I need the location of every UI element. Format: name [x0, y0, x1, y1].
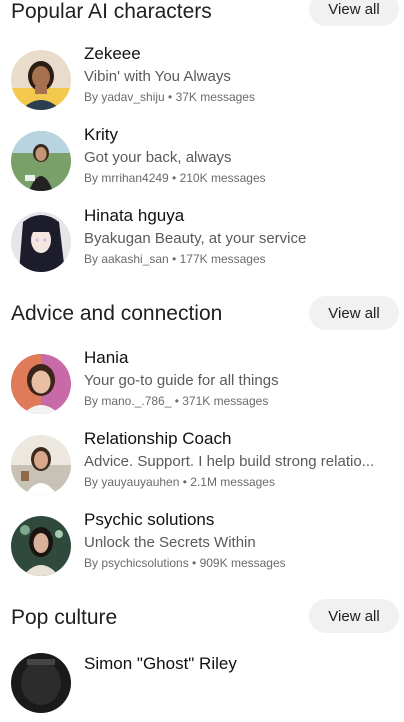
character-meta: By yadav_shiju • 37K messages: [84, 90, 255, 104]
avatar: [11, 516, 71, 576]
list-item[interactable]: Krity Got your back, always By mrrihan42…: [0, 125, 404, 195]
avatar: [11, 653, 71, 713]
character-description: Your go-to guide for all things: [84, 372, 279, 389]
section-header-pop-culture: Pop culture View all: [0, 599, 404, 635]
character-description: Unlock the Secrets Within: [84, 534, 256, 551]
list-item[interactable]: Hinata hguya Byakugan Beauty, at your se…: [0, 206, 404, 276]
list-item[interactable]: Psychic solutions Unlock the Secrets Wit…: [0, 510, 404, 580]
section-title: Advice and connection: [11, 302, 223, 325]
list-item[interactable]: Relationship Coach Advice. Support. I he…: [0, 429, 404, 499]
character-name: Krity: [84, 125, 118, 144]
character-name: Relationship Coach: [84, 429, 232, 448]
character-meta: By mano._.786_ • 371K messages: [84, 394, 269, 408]
character-description: Byakugan Beauty, at your service: [84, 230, 307, 247]
list-item[interactable]: Zekeee Vibin' with You Always By yadav_s…: [0, 44, 404, 114]
character-meta: By aakashi_san • 177K messages: [84, 252, 266, 266]
view-all-button[interactable]: View all: [309, 599, 399, 633]
character-meta: By mrrihan4249 • 210K messages: [84, 171, 266, 185]
character-description: Advice. Support. I help build strong rel…: [84, 453, 375, 470]
list-item[interactable]: Simon "Ghost" Riley: [0, 652, 404, 722]
character-meta: By yauyauyauhen • 2.1M messages: [84, 475, 275, 489]
section-header-popular: Popular AI characters View all: [0, 0, 404, 28]
character-name: Psychic solutions: [84, 510, 215, 529]
character-name: Hinata hguya: [84, 206, 185, 225]
character-name: Hania: [84, 348, 129, 367]
view-all-button[interactable]: View all: [309, 0, 399, 26]
avatar: [11, 212, 71, 272]
section-title: Pop culture: [11, 606, 118, 629]
view-all-button[interactable]: View all: [309, 296, 399, 330]
section-title: Popular AI characters: [11, 0, 212, 23]
character-meta: By psychicsolutions • 909K messages: [84, 556, 286, 570]
character-name: Zekeee: [84, 44, 141, 63]
character-description: Vibin' with You Always: [84, 68, 231, 85]
avatar: [11, 435, 71, 495]
section-header-advice: Advice and connection View all: [0, 296, 404, 332]
avatar: [11, 354, 71, 414]
list-item[interactable]: Hania Your go-to guide for all things By…: [0, 348, 404, 418]
avatar: [11, 50, 71, 110]
character-name: Simon "Ghost" Riley: [84, 654, 237, 673]
character-description: Got your back, always: [84, 149, 232, 166]
avatar: [11, 131, 71, 191]
